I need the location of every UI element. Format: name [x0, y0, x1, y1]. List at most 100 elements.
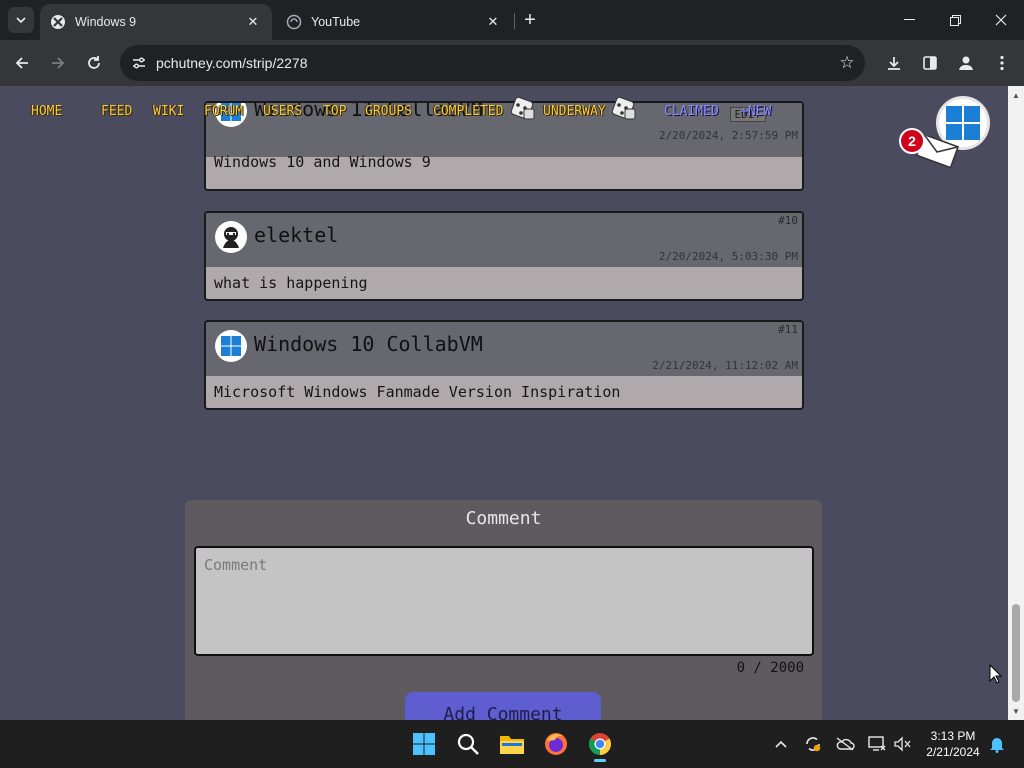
- comment-input[interactable]: [194, 546, 814, 656]
- firefox-icon: [545, 733, 567, 755]
- profile-button[interactable]: [952, 49, 980, 77]
- page-viewport: Windows 11 CollabVM #9 EDIT 2/20/2024, 2…: [0, 86, 1008, 720]
- comment-text: Windows 10 and Windows 9: [214, 153, 431, 171]
- tab-strip: Windows 9 ✕ YouTube ✕ +: [0, 0, 1024, 40]
- nav-claimed[interactable]: CLAIMED: [664, 104, 719, 119]
- youtube-favicon-icon: [286, 14, 302, 30]
- tab-divider: [514, 13, 515, 29]
- comment-date: 2/20/2024, 5:03:30 PM: [658, 250, 798, 263]
- show-hidden-icons-button[interactable]: [769, 732, 793, 756]
- dice-icon[interactable]: [610, 95, 638, 123]
- nav-underway[interactable]: UNDERWAY: [543, 104, 606, 119]
- search-icon: [457, 733, 479, 755]
- comment-number: #10: [778, 214, 798, 227]
- windows-logo-icon: [221, 336, 241, 356]
- restore-icon: [949, 14, 961, 26]
- reload-icon: [88, 56, 100, 69]
- back-button[interactable]: [8, 49, 36, 77]
- tab-title: Windows 9: [75, 15, 137, 29]
- browser-toolbar: pchutney.com/strip/2278 ☆: [0, 40, 1024, 86]
- comment-form-title: Comment: [465, 508, 542, 529]
- side-panel-button[interactable]: [916, 49, 944, 77]
- system-clock[interactable]: 3:13 PM 2/21/2024: [920, 728, 986, 760]
- comment-card: elektel #10 2/20/2024, 5:03:30 PM what i…: [204, 211, 804, 301]
- comment-form: Comment 0 / 2000 Add Comment: [185, 500, 822, 720]
- windows-start-icon: [413, 733, 435, 755]
- search-button[interactable]: [450, 726, 486, 762]
- comment-date: 2/21/2024, 11:12:02 AM: [652, 359, 798, 372]
- clock-time: 3:13 PM: [930, 729, 976, 743]
- network-icon[interactable]: [865, 732, 889, 756]
- notification-badge: 2: [899, 128, 925, 154]
- minimize-button[interactable]: [886, 0, 932, 40]
- firefox-button[interactable]: [538, 726, 574, 762]
- chrome-button[interactable]: [582, 726, 618, 762]
- chevron-down-icon: [16, 17, 26, 23]
- nav-feed[interactable]: FEED: [101, 104, 132, 119]
- onedrive-icon[interactable]: [833, 732, 857, 756]
- mouse-cursor-icon: [989, 664, 1003, 684]
- close-icon: [995, 14, 1007, 26]
- menu-button[interactable]: [988, 49, 1016, 77]
- comment-number: #11: [778, 323, 798, 336]
- avatar: [215, 330, 247, 362]
- nav-wiki[interactable]: WIKI: [153, 104, 184, 119]
- tab-youtube[interactable]: YouTube ✕: [276, 4, 512, 40]
- nav-completed[interactable]: COMPLETED: [433, 104, 503, 119]
- character-counter: 0 / 2000: [736, 660, 804, 676]
- user-avatar-icon: [217, 223, 245, 251]
- taskbar: 3:13 PM 2/21/2024: [0, 720, 1024, 768]
- site-info-icon[interactable]: [122, 45, 156, 81]
- comment-text: what is happening: [214, 274, 368, 292]
- sync-icon[interactable]: [801, 732, 825, 756]
- restore-button[interactable]: [932, 0, 978, 40]
- comment-card: Windows 10 CollabVM #11 2/21/2024, 11:12…: [204, 320, 804, 410]
- address-bar[interactable]: pchutney.com/strip/2278 ☆: [120, 45, 865, 81]
- nav-top[interactable]: TOP: [323, 104, 346, 119]
- arrow-left-icon: [15, 57, 28, 69]
- scroll-down-icon[interactable]: ▼: [1008, 704, 1024, 718]
- site-nav: HOME FEED WIKI FORUM USERS TOP GROUPS CO…: [0, 86, 1008, 134]
- close-tab-icon[interactable]: ✕: [244, 13, 262, 31]
- url-text: pchutney.com/strip/2278: [156, 55, 308, 71]
- close-tab-icon[interactable]: ✕: [484, 13, 502, 31]
- minimize-icon: [903, 19, 915, 20]
- chevron-up-icon: [775, 740, 787, 748]
- side-panel-icon: [923, 56, 937, 70]
- more-vert-icon: [1000, 55, 1004, 71]
- comment-username: elektel: [254, 223, 339, 247]
- bookmark-star-icon[interactable]: ☆: [829, 53, 865, 73]
- site-favicon-icon: [50, 14, 66, 30]
- arrow-right-icon: [52, 57, 65, 69]
- tab-title: YouTube: [311, 15, 361, 29]
- comment-username: Windows 10 CollabVM: [254, 332, 483, 356]
- tab-windows-9[interactable]: Windows 9 ✕: [40, 4, 272, 40]
- clock-date: 2/21/2024: [926, 745, 980, 759]
- comment-text: Microsoft Windows Fanmade Version Inspir…: [214, 383, 621, 401]
- account-icon: [959, 56, 973, 70]
- reload-button[interactable]: [80, 49, 108, 77]
- nav-new[interactable]: +NEW: [740, 104, 771, 119]
- avatar: [215, 221, 247, 253]
- dice-icon[interactable]: [509, 95, 537, 123]
- new-tab-button[interactable]: +: [518, 8, 542, 32]
- close-window-button[interactable]: [978, 0, 1024, 40]
- download-icon: [888, 57, 900, 70]
- downloads-button[interactable]: [880, 49, 908, 77]
- folder-icon: [500, 736, 524, 754]
- volume-icon[interactable]: [890, 732, 914, 756]
- add-comment-button[interactable]: Add Comment: [405, 692, 601, 720]
- forward-button[interactable]: [44, 49, 72, 77]
- notifications-bell-icon[interactable]: [985, 732, 1009, 756]
- tab-search-button[interactable]: [8, 7, 34, 33]
- chrome-icon: [589, 733, 611, 755]
- nav-groups[interactable]: GROUPS: [365, 104, 412, 119]
- nav-forum[interactable]: FORUM: [204, 104, 243, 119]
- file-explorer-button[interactable]: [494, 726, 530, 762]
- scroll-thumb[interactable]: [1012, 604, 1020, 702]
- nav-home[interactable]: HOME: [31, 104, 62, 119]
- scroll-up-icon[interactable]: ▲: [1008, 88, 1024, 102]
- page-scrollbar[interactable]: ▲ ▼: [1008, 86, 1024, 720]
- nav-users[interactable]: USERS: [263, 104, 302, 119]
- start-button[interactable]: [406, 726, 442, 762]
